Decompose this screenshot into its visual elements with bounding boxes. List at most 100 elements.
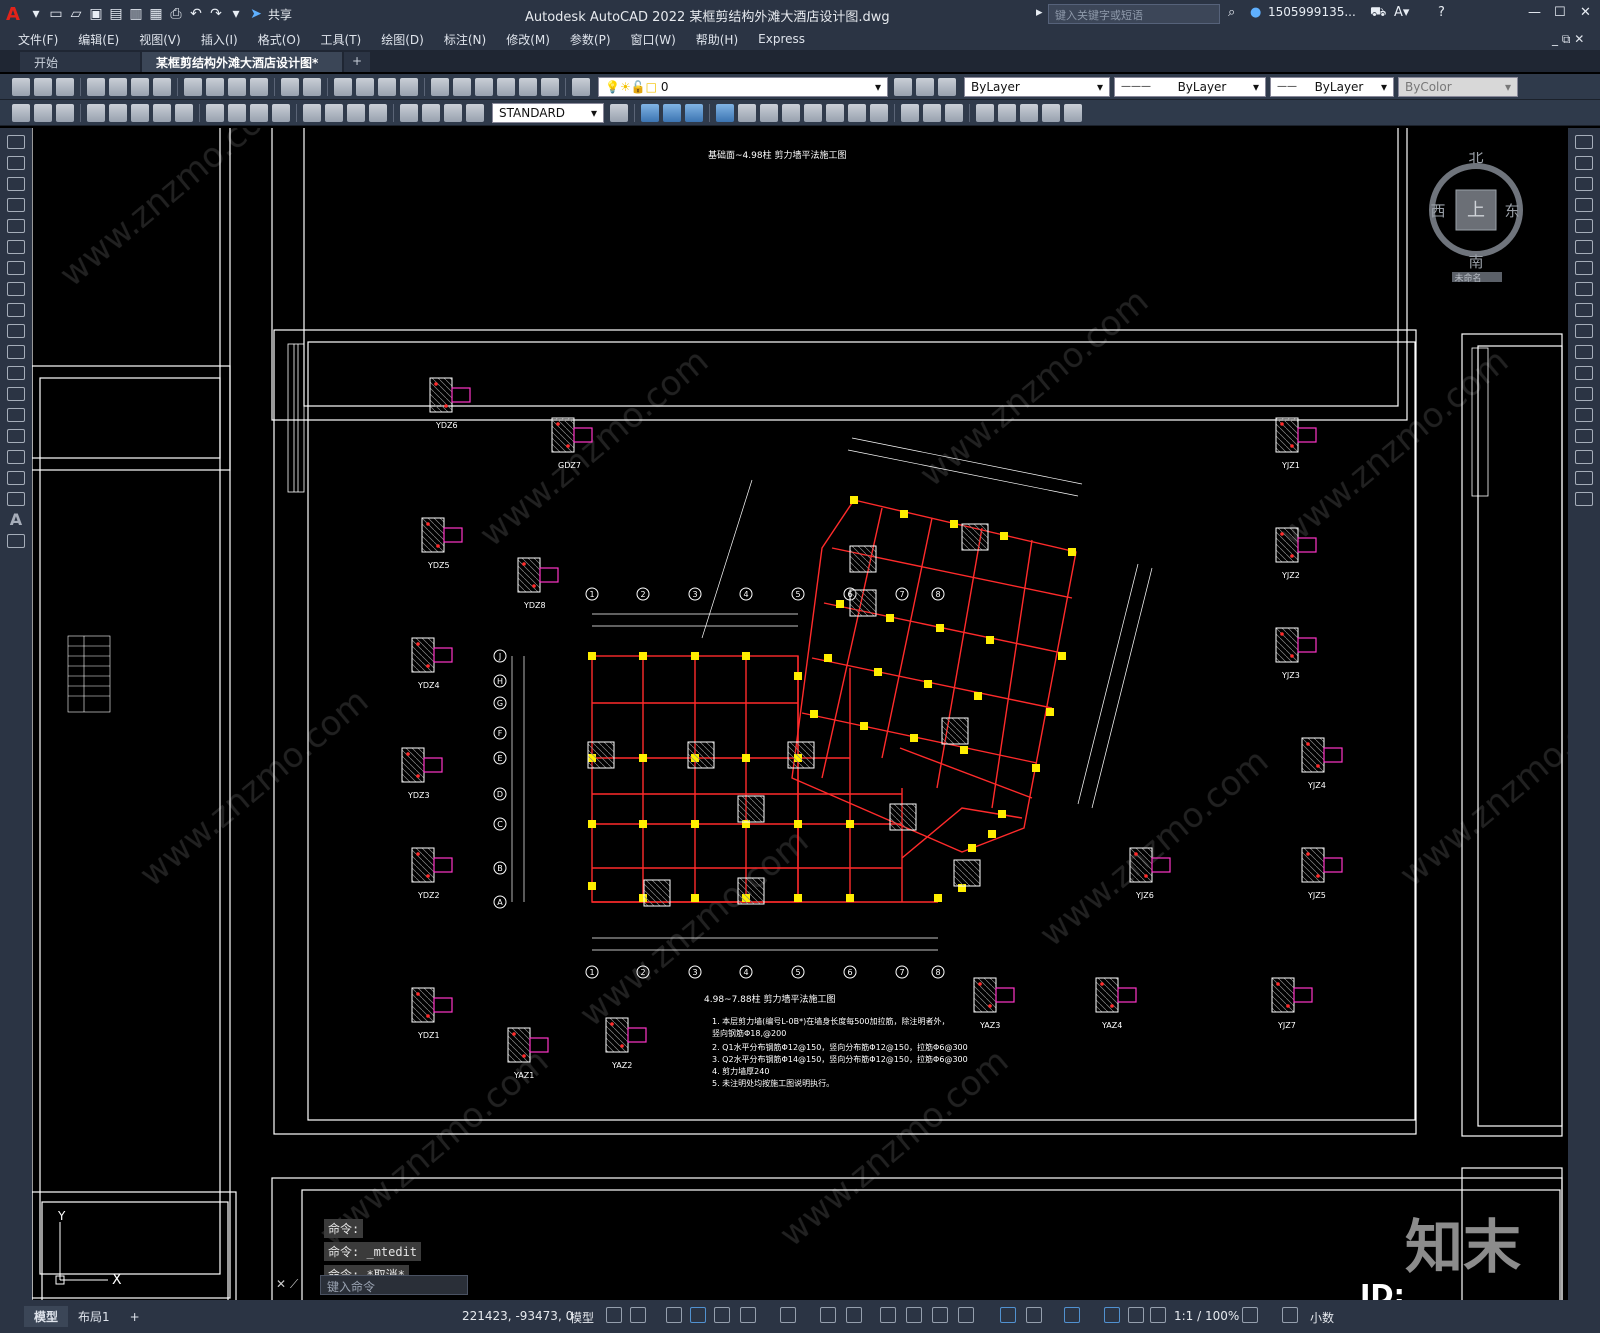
auto-scale-icon[interactable]: [1128, 1307, 1144, 1323]
circle-icon[interactable]: [7, 261, 25, 275]
blend-icon[interactable]: [1575, 471, 1593, 485]
autocad-logo-icon[interactable]: A: [0, 4, 26, 25]
offset-icon[interactable]: [1575, 198, 1593, 212]
mirror-icon[interactable]: [1575, 177, 1593, 191]
share-label[interactable]: 共享: [268, 6, 292, 23]
radius-dim-icon[interactable]: [109, 103, 127, 122]
dim-text-edit-icon[interactable]: [422, 103, 440, 122]
extend-icon[interactable]: [1575, 345, 1593, 359]
section-icon[interactable]: [848, 103, 866, 122]
dim-edit-icon[interactable]: [400, 103, 418, 122]
hatch-icon[interactable]: [7, 429, 25, 443]
markup-icon[interactable]: [519, 77, 537, 96]
preview-icon[interactable]: [109, 77, 127, 96]
move-icon[interactable]: [1575, 240, 1593, 254]
annotation-scale-icon[interactable]: [1150, 1307, 1166, 1323]
doc-window-controls[interactable]: _ ⧉ ✕: [1552, 32, 1584, 47]
grid-icon[interactable]: [606, 1307, 622, 1323]
angular-dim-icon[interactable]: [175, 103, 193, 122]
close-icon[interactable]: ✕: [1580, 5, 1591, 20]
share-icon[interactable]: ➤: [246, 5, 266, 23]
continue-dim-icon[interactable]: [250, 103, 268, 122]
menu-draw[interactable]: 绘图(D): [371, 31, 434, 48]
open-file-icon[interactable]: ▱: [66, 5, 86, 23]
search-chevron-icon[interactable]: ▸: [1036, 5, 1043, 20]
table-icon[interactable]: [7, 492, 25, 506]
tab-new[interactable]: +: [344, 52, 371, 72]
maximize-icon[interactable]: ☐: [1554, 5, 1566, 20]
trim-icon[interactable]: [1575, 324, 1593, 338]
spline-icon[interactable]: [7, 303, 25, 317]
calculator-icon[interactable]: [541, 77, 559, 96]
center-mark-icon[interactable]: [325, 103, 343, 122]
qnew-icon[interactable]: [12, 77, 30, 96]
dim-style-icon[interactable]: [466, 103, 484, 122]
infer-constraints-icon[interactable]: [666, 1307, 682, 1323]
menu-window[interactable]: 窗口(W): [621, 31, 686, 48]
save-toolbar-icon[interactable]: [56, 77, 74, 96]
color-dropdown[interactable]: ByLayer ▾: [964, 76, 1110, 97]
lineweight-toggle-icon[interactable]: [880, 1307, 896, 1323]
undo-icon[interactable]: ↶: [186, 5, 206, 23]
paste-icon[interactable]: [228, 77, 246, 96]
tolerance-icon[interactable]: [303, 103, 321, 122]
menu-help[interactable]: 帮助(H): [686, 31, 748, 48]
rectangle-icon[interactable]: [7, 219, 25, 233]
rotate-icon[interactable]: [1575, 261, 1593, 275]
dimstyle-dropdown[interactable]: STANDARD ▾: [492, 102, 604, 123]
selection-filter-icon[interactable]: [1026, 1307, 1042, 1323]
3d-subtract-icon[interactable]: [685, 103, 703, 122]
inspection-icon[interactable]: [347, 103, 365, 122]
mesh-crease-icon[interactable]: [1042, 103, 1060, 122]
menu-modify[interactable]: 修改(M): [496, 31, 560, 48]
3d-print-icon[interactable]: [153, 77, 171, 96]
tab-layout1[interactable]: 布局1: [68, 1306, 120, 1327]
layer-dropdown[interactable]: 💡☀🔓□ 0 ▾: [598, 76, 888, 97]
command-input[interactable]: 键入命令: [320, 1275, 468, 1295]
revolve-icon[interactable]: [782, 103, 800, 122]
render-icon[interactable]: [945, 103, 963, 122]
diameter-dim-icon[interactable]: [153, 103, 171, 122]
copy-icon[interactable]: [206, 77, 224, 96]
menu-express[interactable]: Express: [748, 32, 815, 46]
model-space-toggle[interactable]: 模型: [570, 1309, 594, 1326]
copy-object-icon[interactable]: [1575, 156, 1593, 170]
workspace-gear-icon[interactable]: [1242, 1307, 1258, 1323]
polyline-icon[interactable]: [7, 177, 25, 191]
menu-format[interactable]: 格式(O): [248, 31, 311, 48]
region-icon[interactable]: [7, 471, 25, 485]
mesh-convert-icon[interactable]: [1064, 103, 1082, 122]
join-icon[interactable]: [1575, 408, 1593, 422]
quick-dim-icon[interactable]: [206, 103, 224, 122]
mesh-refine-icon[interactable]: [1020, 103, 1038, 122]
open-icon[interactable]: [34, 77, 52, 96]
lineweight-dropdown[interactable]: —— ByLayer ▾: [1270, 76, 1394, 97]
menu-tools[interactable]: 工具(T): [311, 31, 372, 48]
pan-icon[interactable]: [334, 77, 352, 96]
design-center-icon[interactable]: [453, 77, 471, 96]
mtext-icon[interactable]: A: [7, 512, 25, 528]
drawing-canvas[interactable]: www.znzmo.com www.znzmo.com www.znzmo.com w…: [32, 128, 1568, 1300]
jogged-linear-icon[interactable]: [369, 103, 387, 122]
menu-dimension[interactable]: 标注(N): [434, 31, 496, 48]
dimstyle-manager-icon[interactable]: [610, 103, 628, 122]
loft-icon[interactable]: [804, 103, 822, 122]
menu-file[interactable]: 文件(F): [8, 31, 68, 48]
menu-edit[interactable]: 编辑(E): [68, 31, 129, 48]
help-search-input[interactable]: 键入关键字或短语: [1048, 4, 1220, 24]
3d-osnap-icon[interactable]: [958, 1307, 974, 1323]
ellipse-arc-icon[interactable]: [7, 345, 25, 359]
point-icon[interactable]: [7, 408, 25, 422]
tab-drawing[interactable]: 某框剪结构外滩大酒店设计图*: [142, 52, 342, 72]
sweep-icon[interactable]: [760, 103, 778, 122]
dim-space-icon[interactable]: [272, 103, 290, 122]
selection-cycling-icon[interactable]: [932, 1307, 948, 1323]
isodraft-icon[interactable]: [780, 1307, 796, 1323]
material-icon[interactable]: [923, 103, 941, 122]
construction-line-icon[interactable]: [7, 156, 25, 170]
dynamic-input-icon[interactable]: [690, 1307, 706, 1323]
layer-properties-icon[interactable]: [572, 77, 590, 96]
polar-tracking-icon[interactable]: [740, 1307, 756, 1323]
tool-palettes-icon[interactable]: [475, 77, 493, 96]
command-line-controls[interactable]: ✕ ⟋: [276, 1277, 316, 1295]
